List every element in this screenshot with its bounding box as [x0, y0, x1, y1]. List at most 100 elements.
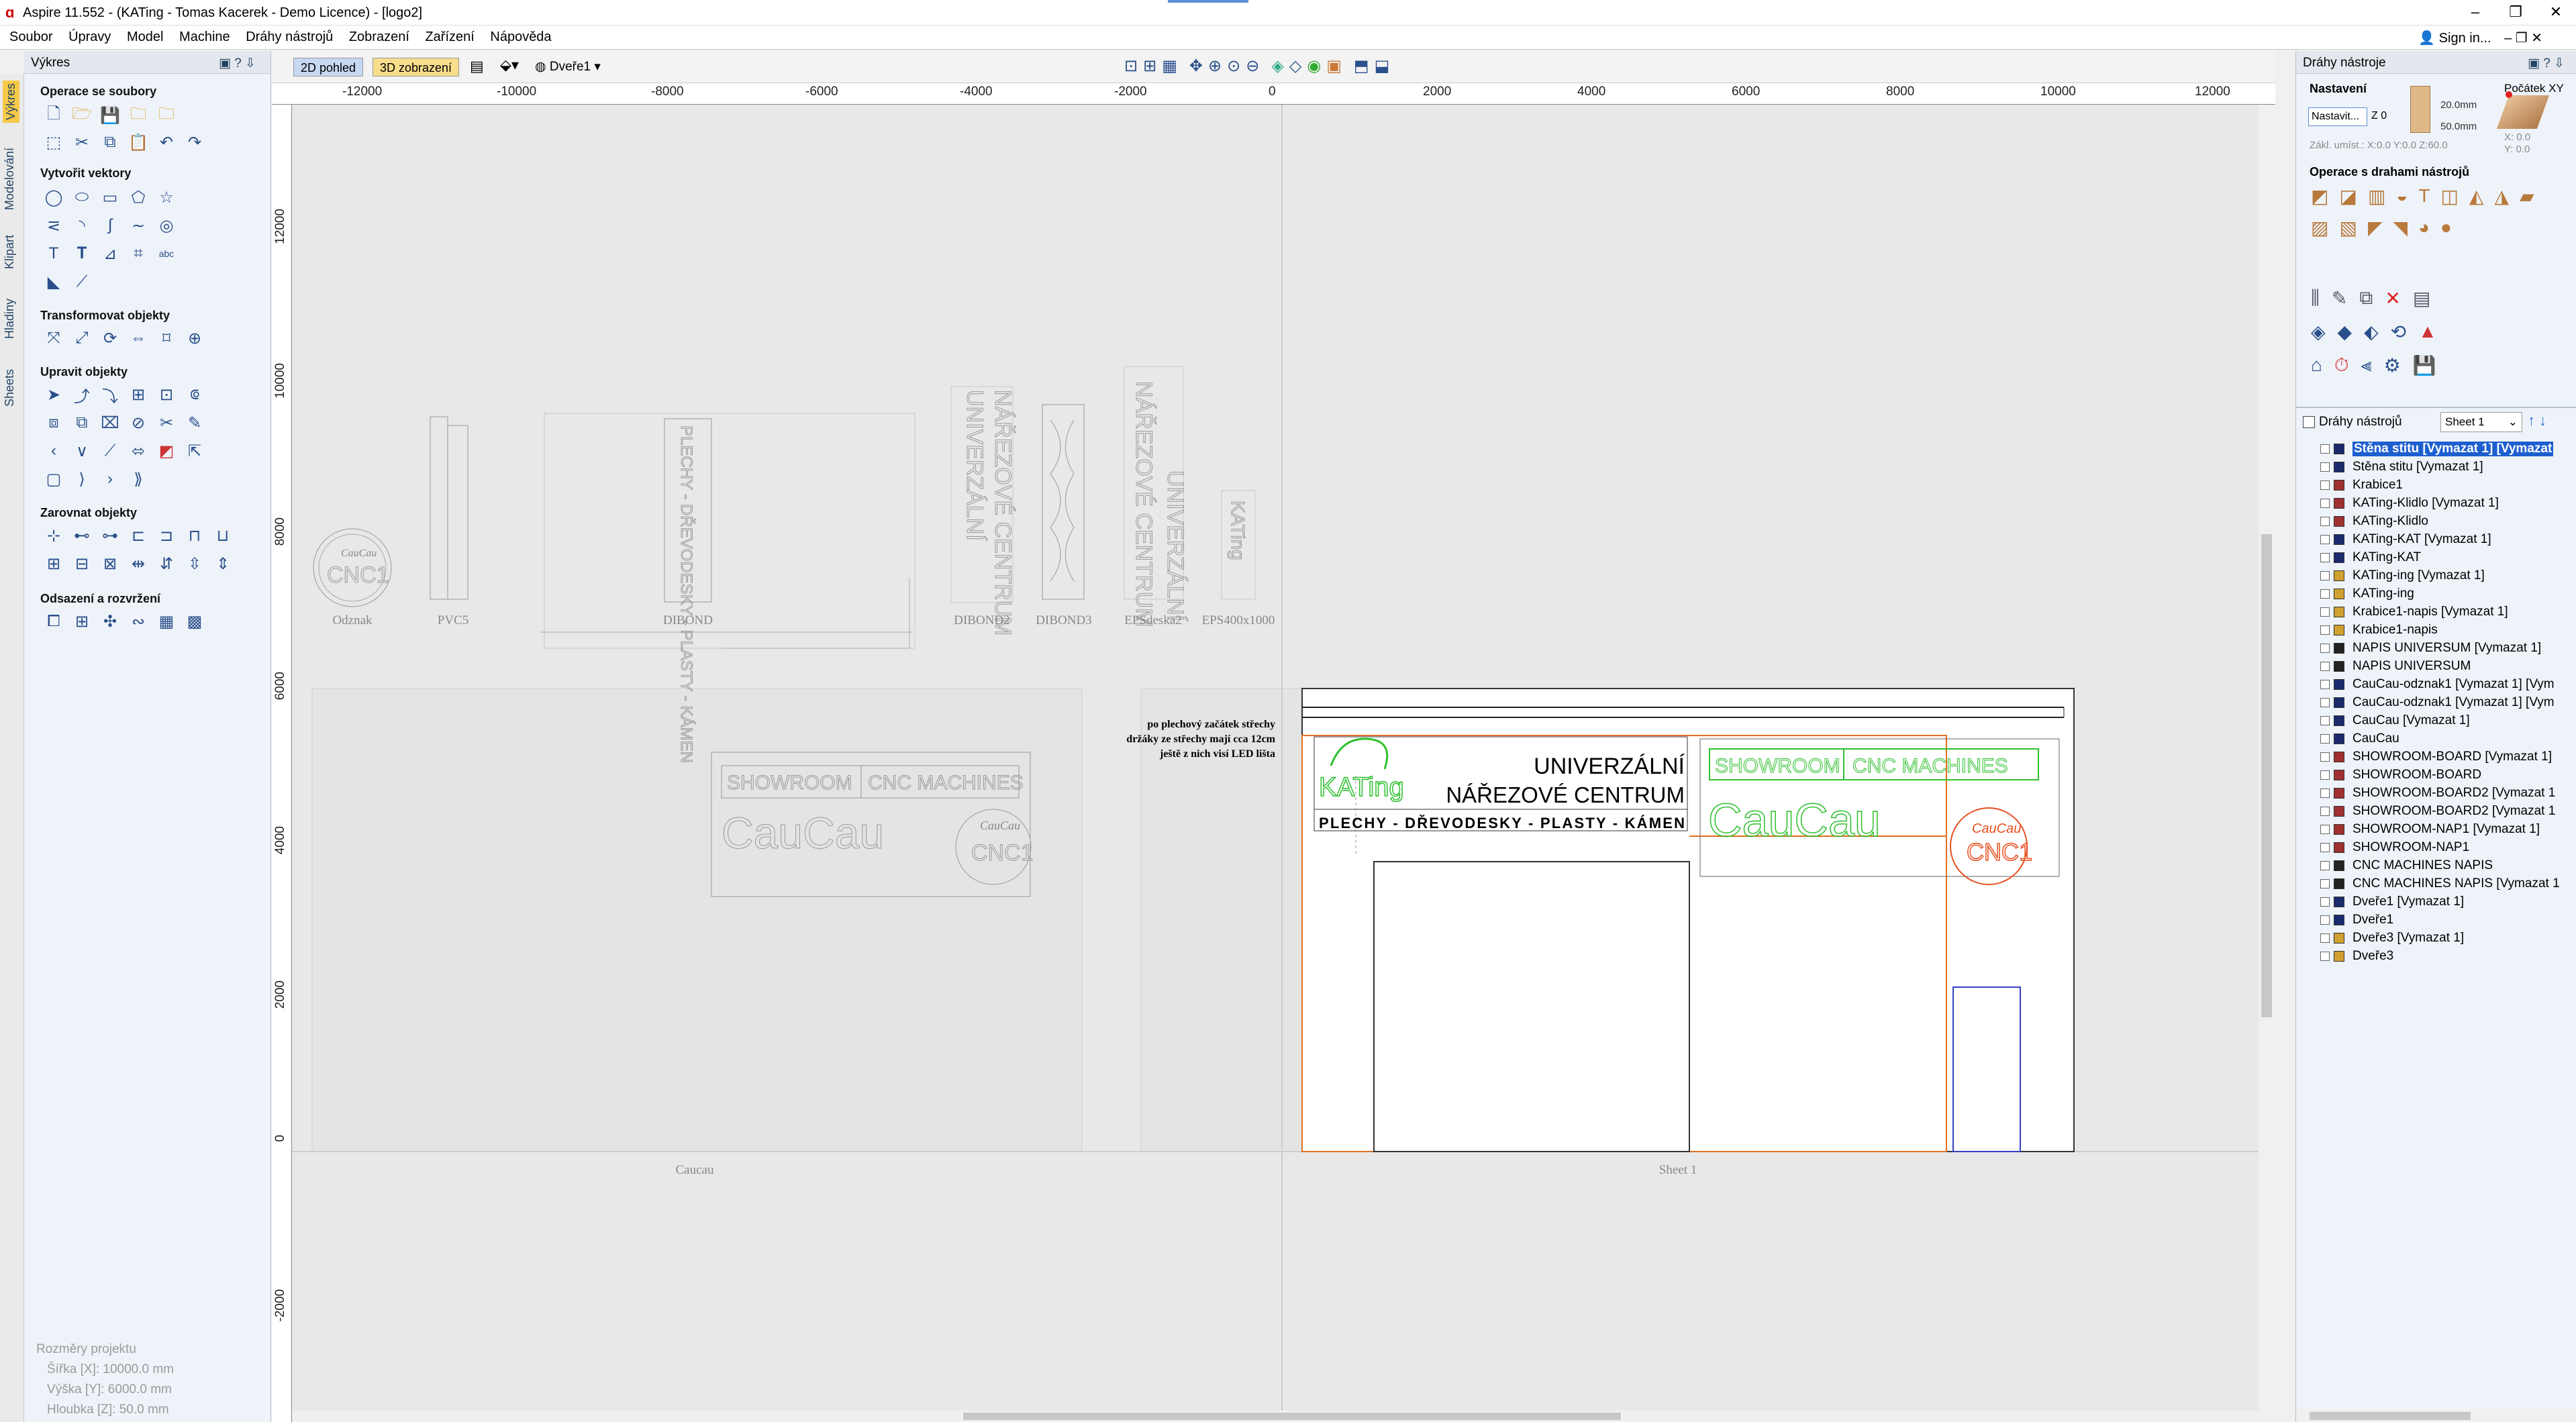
toolpath-item[interactable]: CauCau-odznak1 [Vymazat 1] [Vym	[2352, 695, 2555, 710]
toolpath-item[interactable]: CauCau-odznak1 [Vymazat 1] [Vym	[2352, 677, 2555, 692]
fillet-icon[interactable]: ‹	[42, 439, 66, 463]
timer-icon[interactable]: ⏱	[2334, 354, 2349, 376]
mdi-controls[interactable]: – ❐ ✕	[2504, 31, 2542, 46]
split-v-icon[interactable]: ⬓	[1375, 56, 1390, 76]
toolpath-checkbox[interactable]	[2320, 770, 2330, 780]
toolpath-checkbox[interactable]	[2320, 644, 2330, 653]
circle-icon[interactable]: ◯	[42, 185, 66, 209]
cut-icon[interactable]: ✂	[70, 130, 94, 154]
nesting-icon[interactable]: ▦	[154, 609, 179, 633]
space-v-icon[interactable]: ⇵	[154, 552, 179, 576]
toolpath-checkbox[interactable]	[2320, 499, 2330, 508]
tab-hladiny[interactable]: Hladiny	[3, 299, 17, 339]
preview-all-icon[interactable]: ◆	[2338, 321, 2352, 343]
job-setup-icon[interactable]: ⬚	[42, 130, 66, 154]
recalculate-icon[interactable]: ⟲	[2391, 321, 2406, 343]
toolpath-item[interactable]: Stěna stitu [Vymazat 1]	[2352, 460, 2483, 474]
paste-icon[interactable]: 📋	[126, 130, 150, 154]
smooth-icon[interactable]: ⟃	[183, 383, 207, 407]
spiral-icon[interactable]: ◎	[154, 213, 179, 238]
settings-icon[interactable]: ⚙	[2384, 354, 2401, 376]
trace-bitmap-icon[interactable]: ◣	[42, 270, 66, 294]
maximize-button[interactable]: ❐	[2495, 0, 2536, 26]
node-add-icon[interactable]: ⊡	[154, 383, 179, 407]
toolpath-item[interactable]: KATing-KAT	[2352, 550, 2421, 565]
toolpath-checkbox[interactable]	[2320, 897, 2330, 907]
toolpath-checkbox[interactable]	[2320, 807, 2330, 816]
curve-icon[interactable]: ∫	[98, 213, 122, 238]
toolpath-checkbox[interactable]	[2320, 915, 2330, 925]
toolpath-item[interactable]: Dveře3 [Vymazat 1]	[2352, 931, 2464, 946]
mirror-icon[interactable]: ⇔	[126, 326, 150, 350]
tab-3d-view[interactable]: 3D zobrazení	[373, 58, 460, 77]
node-edit-icon[interactable]: ⤴	[70, 383, 94, 407]
toolpath-checkbox[interactable]	[2320, 462, 2330, 472]
menu-zobrazeni[interactable]: Zobrazení	[343, 26, 415, 48]
zoom-in-icon[interactable]: ⊕	[1208, 56, 1222, 76]
toolpath-item[interactable]: SHOWROOM-BOARD2 [Vymazat 1	[2352, 804, 2555, 819]
align-page-v-icon[interactable]: ⊠	[98, 552, 122, 576]
pocket-toolpath-icon[interactable]: ◪	[2339, 185, 2357, 207]
toolpath-item[interactable]: SHOWROOM-BOARD	[2352, 768, 2481, 782]
fluting-icon[interactable]: ◭	[2469, 185, 2484, 207]
toolpath-item[interactable]: Dveře3	[2352, 949, 2393, 964]
move-icon[interactable]: ⤧	[42, 326, 66, 350]
menu-napoveda[interactable]: Nápověda	[484, 26, 557, 48]
toolpath-checkbox[interactable]	[2320, 789, 2330, 798]
zoom-out-icon[interactable]: ⊖	[1246, 56, 1259, 76]
toolpath-item[interactable]: NAPIS UNIVERSUM	[2352, 659, 2471, 674]
toolpaths-all-checkbox[interactable]	[2303, 416, 2315, 428]
drawing-canvas[interactable]: CauCau CNC1 PLECHY - DŘEVODESKY - PLASTY…	[292, 105, 2259, 1422]
merge-icon[interactable]: ⬖	[2364, 321, 2379, 343]
polyline-icon[interactable]: ⋜	[42, 213, 66, 238]
layer-dropdown-icon[interactable]: ⬙▾	[500, 56, 519, 74]
material-icon[interactable]: ◉	[1307, 56, 1321, 76]
subtract-icon[interactable]: ⧉	[70, 411, 94, 435]
toolpath-checkbox[interactable]	[2320, 571, 2330, 580]
prism-icon[interactable]: ◮	[2494, 185, 2509, 207]
rotate-icon[interactable]: ⟳	[98, 326, 122, 350]
toolpath-checkbox[interactable]	[2320, 698, 2330, 707]
intersect-icon[interactable]: ⌧	[98, 411, 122, 435]
save-toolpath-icon[interactable]: 💾	[2413, 354, 2436, 376]
toolpath-item[interactable]: Krabice1-napis [Vymazat 1]	[2352, 605, 2508, 619]
toolpath-checkbox[interactable]	[2320, 480, 2330, 490]
align-center-icon[interactable]: ⊹	[42, 523, 66, 548]
toolpath-item[interactable]: Krabice1-napis	[2352, 623, 2438, 638]
toolpath-checkbox[interactable]	[2320, 553, 2330, 562]
bracket-icon[interactable]: ⟫	[126, 467, 150, 491]
toolpath-item[interactable]: Krabice1	[2352, 478, 2403, 493]
sign-in-link[interactable]: Sign in...	[2439, 31, 2491, 46]
open-file-icon[interactable]: 🗁	[70, 103, 94, 128]
toolpath-checkbox[interactable]	[2320, 734, 2330, 744]
texture-icon[interactable]: ▨	[2311, 217, 2328, 239]
import-icon[interactable]: 🗀	[126, 103, 150, 128]
vertical-scroll-thumb[interactable]	[2261, 534, 2272, 1017]
extend-icon[interactable]: ⟋	[98, 439, 122, 463]
distribute-icon[interactable]: ⇕	[211, 552, 235, 576]
scale-icon[interactable]: ⤢	[70, 326, 94, 350]
toolpath-checkbox[interactable]	[2320, 625, 2330, 635]
setup-button[interactable]: Nastavit...	[2308, 107, 2367, 126]
auto-layout-text-icon[interactable]: ⌗	[126, 242, 150, 266]
tab-modelovani[interactable]: Modelování	[3, 148, 17, 210]
toolpath-checkbox[interactable]	[2320, 879, 2330, 888]
menu-model[interactable]: Model	[121, 26, 169, 48]
toolpath-checkbox[interactable]	[2320, 607, 2330, 617]
toolpath-item[interactable]: SHOWROOM-BOARD2 [Vymazat 1	[2352, 786, 2555, 801]
import-bitmap-icon[interactable]: 🗀	[154, 103, 179, 128]
array-copy-icon[interactable]: ⊞	[70, 609, 94, 633]
text-on-curve-icon[interactable]: 𝐓	[70, 242, 94, 266]
trim-icon[interactable]: ✎	[183, 411, 207, 435]
toolpath-checkbox[interactable]	[2320, 535, 2330, 544]
rounded-rect-icon[interactable]: ▢	[42, 467, 66, 491]
sign-in[interactable]: 👤 Sign in... – ❐ ✕	[2418, 30, 2542, 46]
toolpath-checkbox[interactable]	[2320, 444, 2330, 454]
zoom-box-icon[interactable]: ⊡	[1124, 56, 1138, 76]
menu-soubor[interactable]: Soubor	[3, 26, 59, 48]
ellipse-icon[interactable]: ⬭	[70, 185, 94, 209]
arc-icon[interactable]: ◝	[70, 213, 94, 238]
right-h-scroll-thumb[interactable]	[2310, 1412, 2471, 1420]
post-processor-icon[interactable]: ⫷	[2361, 354, 2372, 376]
horizontal-scroll-thumb[interactable]	[963, 1413, 1621, 1420]
